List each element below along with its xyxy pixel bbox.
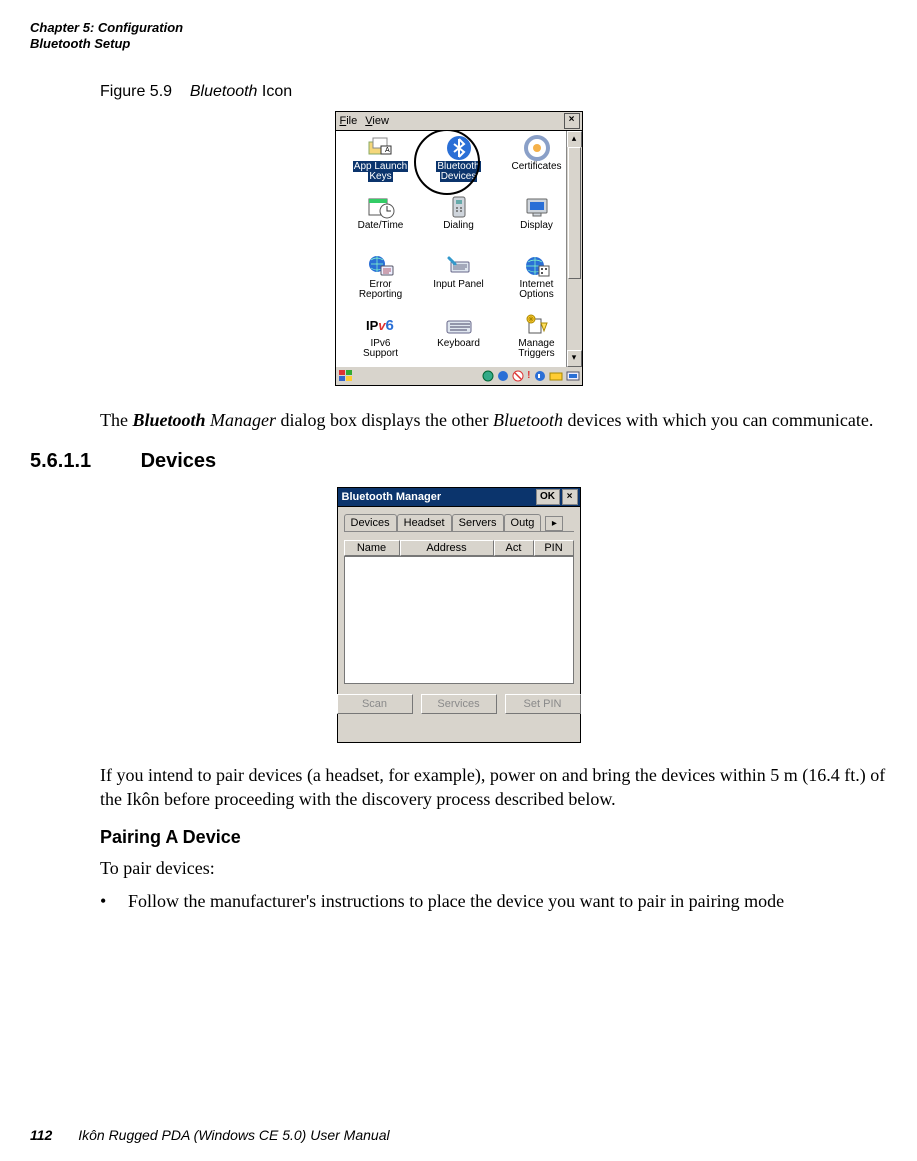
footer-text: Ikôn Rugged PDA (Windows CE 5.0) User Ma… — [78, 1127, 389, 1143]
section-heading: 5.6.1.1 Devices — [30, 450, 887, 473]
scroll-up-button[interactable]: ▴ — [567, 131, 582, 148]
body-paragraph-2: If you intend to pair devices (a headset… — [100, 763, 890, 812]
input-panel-icon — [444, 253, 474, 279]
scrollbar[interactable]: ▴ ▾ — [566, 131, 582, 367]
dialog-titlebar: Bluetooth Manager OK × — [337, 487, 581, 507]
display-icon — [522, 194, 552, 220]
chapter-title: Chapter 5: Configuration — [30, 20, 887, 36]
bullet-item: Follow the manufacturer's instructions t… — [100, 889, 890, 913]
tab-outgoing[interactable]: Outg — [504, 514, 542, 531]
item-certificates[interactable]: Certificates — [498, 135, 576, 191]
tray-speaker-icon[interactable] — [534, 370, 546, 382]
figure-caption: Figure 5.9 Bluetooth Icon — [100, 83, 887, 101]
column-address[interactable]: Address — [400, 540, 494, 556]
section-title: Bluetooth Setup — [30, 36, 887, 52]
label: Bluetooth — [436, 161, 480, 172]
bullet-text: Follow the manufacturer's instructions t… — [128, 889, 890, 913]
tab-devices[interactable]: Devices — [344, 514, 397, 531]
close-button[interactable]: × — [564, 113, 580, 129]
close-button[interactable]: × — [562, 489, 578, 505]
figure-label: Figure 5.9 — [100, 83, 172, 100]
scan-button[interactable]: Scan — [337, 694, 413, 714]
section-title-text: Devices — [141, 450, 217, 472]
ipv6-support-icon: IPv6 — [366, 312, 396, 338]
item-ipv6-support[interactable]: IPv6 IPv6Support — [342, 312, 420, 367]
internet-options-icon — [522, 253, 552, 279]
scroll-down-button[interactable]: ▾ — [567, 350, 582, 367]
label: Dialing — [443, 220, 474, 231]
column-pin[interactable]: PIN — [534, 540, 574, 556]
app-launch-keys-icon: A — [366, 135, 396, 161]
item-internet-options[interactable]: InternetOptions — [498, 253, 576, 309]
tab-headset[interactable]: Headset — [397, 514, 452, 531]
tray-globe-icon[interactable] — [482, 370, 494, 382]
item-keyboard[interactable]: Keyboard — [420, 312, 498, 367]
menu-view[interactable]: View — [365, 115, 389, 127]
label: Keyboard — [437, 338, 480, 349]
start-button-icon[interactable] — [338, 369, 354, 383]
tab-strip: Devices Headset Servers Outg ▸ — [344, 511, 574, 532]
figure-title-rest: Icon — [262, 83, 292, 100]
item-error-reporting[interactable]: ErrorReporting — [342, 253, 420, 309]
services-button[interactable]: Services — [421, 694, 497, 714]
tray-card-icon[interactable] — [549, 370, 563, 382]
label: Error — [369, 279, 391, 290]
item-input-panel[interactable]: Input Panel — [420, 253, 498, 309]
label: Internet — [520, 279, 554, 290]
body-paragraph-1: The Bluetooth Manager dialog box display… — [100, 408, 890, 432]
column-name[interactable]: Name — [344, 540, 400, 556]
subheading-pairing: Pairing A Device — [100, 827, 887, 848]
menu-file[interactable]: File — [340, 115, 358, 127]
item-display[interactable]: Display — [498, 194, 576, 250]
tray-desktop-icon[interactable] — [566, 370, 580, 382]
menubar: File View × — [335, 111, 583, 131]
item-date-time[interactable]: Date/Time — [342, 194, 420, 250]
tray-alert-icon[interactable] — [512, 370, 524, 382]
ok-button[interactable]: OK — [536, 489, 560, 505]
svg-text:A: A — [385, 147, 390, 154]
item-bluetooth-devices[interactable]: BluetoothDevices — [420, 135, 498, 191]
screenshot-control-panel: File View × A App LaunchKeys — [335, 111, 583, 386]
item-dialing[interactable]: Dialing — [420, 194, 498, 250]
label: Input Panel — [433, 279, 484, 290]
date-time-icon — [366, 194, 396, 220]
svg-text:IPv6: IPv6 — [366, 317, 394, 334]
error-reporting-icon — [366, 253, 396, 279]
tab-scroll-right[interactable]: ▸ — [545, 516, 563, 531]
manage-triggers-icon — [522, 312, 552, 338]
label: Display — [520, 220, 553, 231]
item-app-launch-keys[interactable]: A App LaunchKeys — [342, 135, 420, 191]
label: Date/Time — [358, 220, 404, 231]
column-act[interactable]: Act — [494, 540, 534, 556]
label: Certificates — [511, 161, 561, 172]
label: IPv6 — [370, 338, 390, 349]
figure-title-em: Bluetooth — [190, 83, 258, 100]
tray-network-icon[interactable] — [497, 370, 509, 382]
section-number: 5.6.1.1 — [30, 450, 135, 473]
set-pin-button[interactable]: Set PIN — [505, 694, 581, 714]
device-listbox[interactable] — [344, 556, 574, 684]
bluetooth-devices-icon — [444, 135, 474, 161]
taskbar: ! — [335, 367, 583, 386]
running-header: Chapter 5: Configuration Bluetooth Setup — [30, 20, 887, 53]
list-header: Name Address Act PIN — [344, 540, 574, 556]
page-footer: 112 Ikôn Rugged PDA (Windows CE 5.0) Use… — [30, 1127, 390, 1143]
tab-servers[interactable]: Servers — [452, 514, 504, 531]
keyboard-icon — [444, 312, 474, 338]
tray-warning-icon[interactable]: ! — [527, 370, 530, 381]
screenshot-bluetooth-manager: Bluetooth Manager OK × Devices Headset S… — [337, 487, 581, 743]
body-paragraph-3: To pair devices: — [100, 856, 890, 880]
bullet-dot — [100, 889, 128, 913]
item-manage-triggers[interactable]: ManageTriggers — [498, 312, 576, 367]
label: Manage — [518, 338, 554, 349]
dialing-icon — [444, 194, 474, 220]
dialog-title: Bluetooth Manager — [342, 491, 442, 503]
system-tray: ! — [482, 370, 579, 382]
scroll-thumb[interactable] — [568, 147, 581, 279]
page-number: 112 — [30, 1127, 52, 1143]
label: App Launch — [353, 161, 408, 172]
certificates-icon — [522, 135, 552, 161]
